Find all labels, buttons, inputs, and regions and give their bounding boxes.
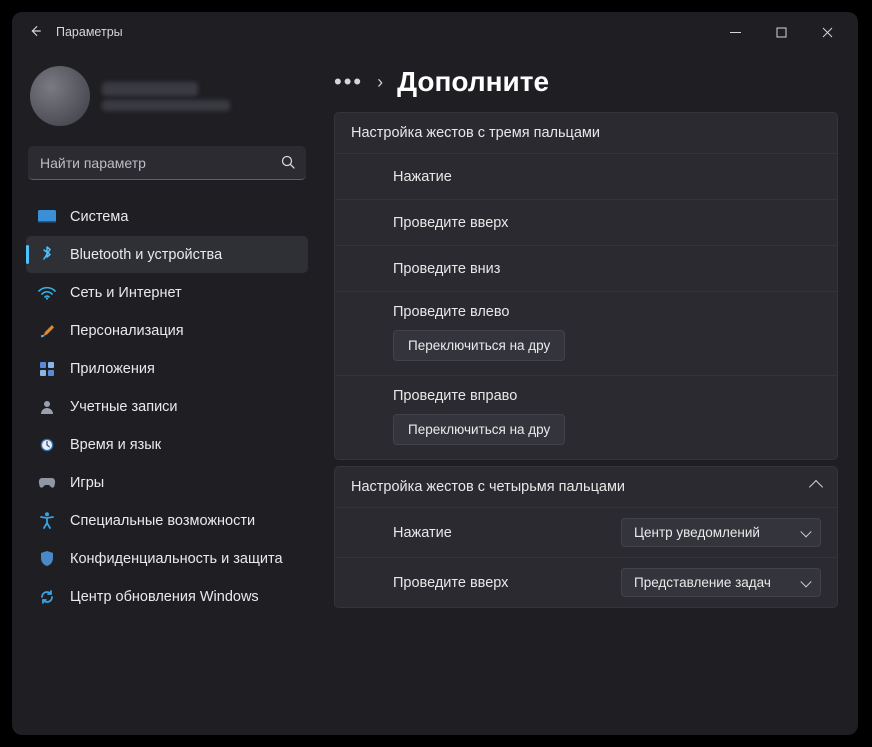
minimize-icon (730, 27, 741, 38)
section-header[interactable]: Настройка жестов с тремя пальцами (335, 113, 837, 153)
row-label: Проведите вправо (393, 388, 517, 404)
apps-icon (38, 360, 56, 378)
row-swipe-down: Проведите вниз (335, 245, 837, 291)
nav-label: Специальные возможности (70, 513, 255, 529)
minimize-button[interactable] (712, 12, 758, 52)
swipe-left-value-button[interactable]: Переключиться на дру (393, 330, 565, 361)
section-header[interactable]: Настройка жестов с четырьмя пальцами (335, 467, 837, 507)
gaming-icon (38, 474, 56, 492)
nav-label: Учетные записи (70, 399, 178, 415)
row-label: Проведите вверх (393, 575, 508, 591)
nav-personalization[interactable]: Персонализация (26, 312, 308, 349)
row-swipe-up-4f: Проведите вверх Представление задач (335, 557, 837, 607)
section-title: Настройка жестов с тремя пальцами (351, 125, 600, 141)
nav-time[interactable]: Время и язык (26, 426, 308, 463)
nav-label: Персонализация (70, 323, 184, 339)
nav-privacy[interactable]: Конфиденциальность и защита (26, 540, 308, 577)
profile-text (102, 82, 230, 111)
nav-label: Приложения (70, 361, 155, 377)
page-title: Дополните (397, 66, 549, 98)
nav-update[interactable]: Центр обновления Windows (26, 578, 308, 615)
tap-4f-dropdown[interactable]: Центр уведомлений (621, 518, 821, 547)
maximize-icon (776, 27, 787, 38)
system-icon (38, 208, 56, 226)
nav-accessibility[interactable]: Специальные возможности (26, 502, 308, 539)
brush-icon (38, 322, 56, 340)
nav-label: Центр обновления Windows (70, 589, 259, 605)
profile-name-redacted (102, 82, 198, 96)
back-button[interactable] (20, 24, 50, 41)
search-wrap (28, 146, 306, 180)
main-content: ••• › Дополните Настройка жестов с тремя… (318, 52, 858, 735)
row-swipe-up: Проведите вверх (335, 199, 837, 245)
account-icon (38, 398, 56, 416)
nav-label: Bluetooth и устройства (70, 247, 222, 263)
row-swipe-right: Проведите вправо Переключиться на дру (335, 375, 837, 459)
swipe-right-value-button[interactable]: Переключиться на дру (393, 414, 565, 445)
breadcrumb: ••• › Дополните (334, 52, 838, 112)
section-title: Настройка жестов с четырьмя пальцами (351, 479, 625, 495)
update-icon (38, 588, 56, 606)
nav-label: Система (70, 209, 128, 225)
search-input[interactable] (28, 146, 306, 180)
settings-window: Параметры Система Bluetooth и устройств (12, 12, 858, 735)
search-icon (280, 154, 296, 175)
profile-email-redacted (102, 100, 230, 111)
avatar (30, 66, 90, 126)
shield-icon (38, 550, 56, 568)
accessibility-icon (38, 512, 56, 530)
arrow-left-icon (28, 24, 42, 38)
row-label: Нажатие (393, 525, 452, 541)
nav-bluetooth[interactable]: Bluetooth и устройства (26, 236, 308, 273)
nav-label: Конфиденциальность и защита (70, 551, 283, 567)
nav-label: Сеть и Интернет (70, 285, 182, 301)
nav-apps[interactable]: Приложения (26, 350, 308, 387)
row-label: Нажатие (393, 169, 452, 185)
nav-network[interactable]: Сеть и Интернет (26, 274, 308, 311)
titlebar: Параметры (12, 12, 858, 52)
swipe-up-4f-dropdown[interactable]: Представление задач (621, 568, 821, 597)
row-label: Проведите влево (393, 304, 509, 320)
nav-label: Игры (70, 475, 104, 491)
nav-list: Система Bluetooth и устройства Сеть и Ин… (26, 198, 308, 615)
maximize-button[interactable] (758, 12, 804, 52)
close-button[interactable] (804, 12, 850, 52)
breadcrumb-overflow[interactable]: ••• (334, 69, 363, 95)
sidebar: Система Bluetooth и устройства Сеть и Ин… (12, 52, 318, 735)
close-icon (822, 27, 833, 38)
row-tap-4f: Нажатие Центр уведомлений (335, 507, 837, 557)
chevron-up-icon (809, 480, 823, 494)
row-tap: Нажатие (335, 153, 837, 199)
row-label: Проведите вверх (393, 215, 508, 231)
window-title: Параметры (56, 25, 123, 39)
section-four-finger: Настройка жестов с четырьмя пальцами Наж… (334, 466, 838, 608)
nav-gaming[interactable]: Игры (26, 464, 308, 501)
nav-system[interactable]: Система (26, 198, 308, 235)
clock-icon (38, 436, 56, 454)
nav-label: Время и язык (70, 437, 161, 453)
nav-accounts[interactable]: Учетные записи (26, 388, 308, 425)
profile-block[interactable] (26, 62, 308, 142)
row-swipe-left: Проведите влево Переключиться на дру (335, 291, 837, 375)
window-controls (712, 12, 850, 52)
bluetooth-icon (38, 246, 56, 264)
wifi-icon (38, 284, 56, 302)
row-label: Проведите вниз (393, 261, 500, 277)
section-three-finger: Настройка жестов с тремя пальцами Нажати… (334, 112, 838, 460)
chevron-right-icon: › (377, 72, 383, 93)
